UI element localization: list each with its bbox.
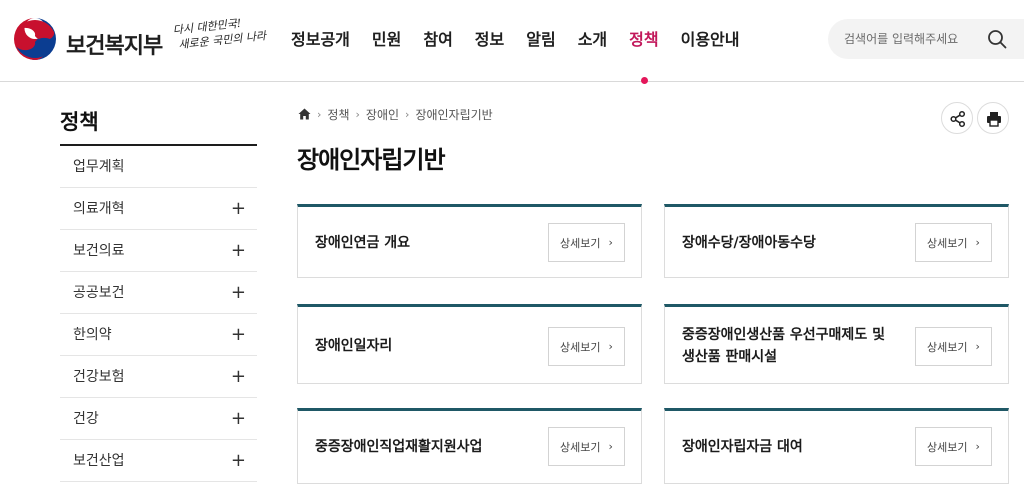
sidebar-item-label: 공공보건 bbox=[73, 285, 125, 301]
search-box bbox=[828, 19, 1024, 59]
main-navigation: 정보공개 민원 참여 정보 알림 소개 정책 이용안내 bbox=[280, 0, 751, 84]
policy-card: 장애수당/장애아동수당 상세보기 › bbox=[664, 204, 1009, 278]
breadcrumb-separator: › bbox=[405, 107, 410, 121]
page-title: 장애인자립기반 bbox=[297, 146, 446, 174]
expand-plus-icon[interactable]: + bbox=[231, 356, 246, 398]
expand-plus-icon[interactable]: + bbox=[231, 230, 246, 272]
nav-item-info-disclosure[interactable]: 정보공개 bbox=[280, 0, 361, 82]
card-title: 장애인연금 개요 bbox=[315, 234, 411, 251]
expand-plus-icon[interactable]: + bbox=[231, 272, 246, 314]
expand-plus-icon[interactable]: + bbox=[231, 398, 246, 440]
nav-item-policy[interactable]: 정책 bbox=[618, 0, 669, 84]
breadcrumb-separator: › bbox=[317, 107, 322, 121]
sidebar-item-health-insurance[interactable]: 건강보험 + bbox=[60, 356, 257, 398]
expand-plus-icon[interactable]: + bbox=[231, 314, 246, 356]
breadcrumb-item-disabled[interactable]: 장애인 bbox=[366, 106, 399, 123]
nav-item-about[interactable]: 소개 bbox=[567, 0, 618, 82]
search-input[interactable] bbox=[844, 19, 984, 59]
detail-view-label: 상세보기 bbox=[927, 340, 968, 354]
nav-item-information[interactable]: 정보 bbox=[464, 0, 515, 82]
detail-view-label: 상세보기 bbox=[927, 440, 968, 454]
sidebar-item-label: 업무계획 bbox=[73, 159, 125, 175]
expand-plus-icon[interactable]: + bbox=[231, 188, 246, 230]
expand-plus-icon[interactable]: + bbox=[231, 440, 246, 482]
chevron-right-icon: › bbox=[975, 440, 980, 453]
sidebar-title: 정책 bbox=[60, 110, 99, 134]
chevron-right-icon: › bbox=[608, 440, 613, 453]
detail-view-button[interactable]: 상세보기 › bbox=[915, 223, 992, 262]
search-icon[interactable] bbox=[986, 28, 1008, 50]
policy-card: 장애인연금 개요 상세보기 › bbox=[297, 204, 642, 278]
sidebar-item-label: 보건산업 bbox=[73, 453, 125, 469]
sidebar-item-public-health[interactable]: 공공보건 + bbox=[60, 272, 257, 314]
detail-view-button[interactable]: 상세보기 › bbox=[915, 327, 992, 366]
print-button[interactable] bbox=[977, 102, 1009, 134]
detail-view-label: 상세보기 bbox=[560, 236, 601, 250]
sidebar-item-label: 한의약 bbox=[73, 327, 112, 343]
card-title: 중증장애인생산품 우선구매제도 및 생산품 판매시설 bbox=[682, 326, 885, 365]
detail-view-label: 상세보기 bbox=[560, 340, 601, 354]
sidebar-item-label: 건강 bbox=[73, 411, 99, 427]
chevron-right-icon: › bbox=[608, 340, 613, 353]
card-title: 중증장애인직업재활지원사업 bbox=[315, 438, 483, 455]
sidebar-item-health[interactable]: 건강 + bbox=[60, 398, 257, 440]
card-title: 장애인일자리 bbox=[315, 337, 393, 354]
chevron-right-icon: › bbox=[975, 340, 980, 353]
sidebar-menu: 업무계획 의료개혁 + 보건의료 + 공공보건 + 한의약 + 건강보험 + 건… bbox=[60, 144, 257, 482]
nav-item-guide[interactable]: 이용안내 bbox=[670, 0, 751, 82]
policy-card: 장애인일자리 상세보기 › bbox=[297, 304, 642, 384]
card-title: 장애인자립자금 대여 bbox=[682, 438, 803, 455]
sidebar-item-medical-reform[interactable]: 의료개혁 + bbox=[60, 188, 257, 230]
breadcrumb-separator: › bbox=[355, 107, 360, 121]
policy-card: 장애인자립자금 대여 상세보기 › bbox=[664, 408, 1009, 484]
detail-view-button[interactable]: 상세보기 › bbox=[548, 427, 625, 466]
print-icon bbox=[987, 112, 1001, 127]
ministry-name[interactable]: 보건복지부 bbox=[66, 28, 163, 60]
breadcrumb: › 정책 › 장애인 › 장애인자립기반 bbox=[298, 104, 493, 124]
detail-view-label: 상세보기 bbox=[927, 236, 968, 250]
nav-item-civil-petition[interactable]: 민원 bbox=[361, 0, 412, 82]
sidebar-item-health-industry[interactable]: 보건산업 + bbox=[60, 440, 257, 482]
breadcrumb-item-current[interactable]: 장애인자립기반 bbox=[415, 106, 492, 123]
government-logo-icon[interactable] bbox=[12, 16, 58, 62]
sidebar-item-health-care[interactable]: 보건의료 + bbox=[60, 230, 257, 272]
nav-item-policy-label: 정책 bbox=[629, 30, 659, 49]
share-button[interactable] bbox=[941, 102, 973, 134]
sidebar-item-label: 의료개혁 bbox=[73, 201, 125, 217]
home-icon[interactable] bbox=[298, 108, 311, 120]
sidebar-item-korean-medicine[interactable]: 한의약 + bbox=[60, 314, 257, 356]
chevron-right-icon: › bbox=[975, 236, 980, 249]
nav-item-participation[interactable]: 참여 bbox=[412, 0, 463, 82]
detail-view-button[interactable]: 상세보기 › bbox=[548, 327, 625, 366]
active-indicator-dot bbox=[640, 77, 648, 84]
detail-view-button[interactable]: 상세보기 › bbox=[915, 427, 992, 466]
policy-card: 중증장애인직업재활지원사업 상세보기 › bbox=[297, 408, 642, 484]
sidebar-item-work-plan[interactable]: 업무계획 bbox=[60, 146, 257, 188]
breadcrumb-item-policy[interactable]: 정책 bbox=[327, 106, 349, 123]
nav-item-notice[interactable]: 알림 bbox=[515, 0, 566, 82]
chevron-right-icon: › bbox=[608, 236, 613, 249]
sidebar-item-label: 보건의료 bbox=[73, 243, 125, 259]
card-title: 장애수당/장애아동수당 bbox=[682, 234, 816, 251]
detail-view-button[interactable]: 상세보기 › bbox=[548, 223, 625, 262]
sidebar-item-label: 건강보험 bbox=[73, 369, 125, 385]
share-icon bbox=[950, 110, 966, 128]
policy-card: 중증장애인생산품 우선구매제도 및 생산품 판매시설 상세보기 › bbox=[664, 304, 1009, 384]
site-header: 보건복지부 다시 대한민국! 새로운 국민의 나라 정보공개 민원 참여 정보 … bbox=[0, 0, 1024, 84]
detail-view-label: 상세보기 bbox=[560, 440, 601, 454]
slogan: 다시 대한민국! 새로운 국민의 나라 bbox=[172, 13, 268, 62]
